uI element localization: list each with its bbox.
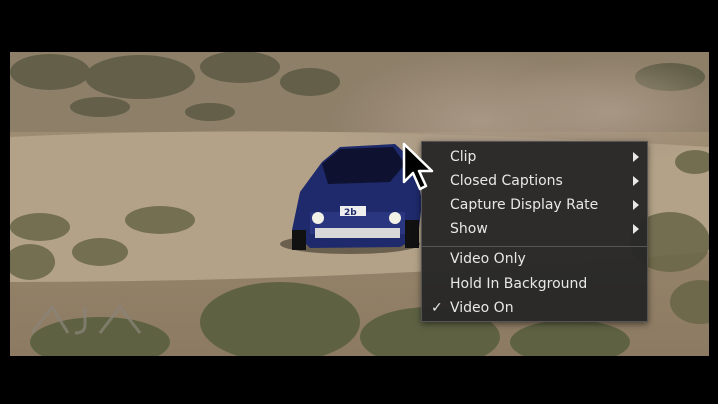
menu-item-show[interactable]: Show [422,218,647,240]
menu-item-show-label: Show [450,221,488,237]
menu-item-video-on-label: Video On [450,300,514,316]
checkmark-icon: ✓ [431,300,443,316]
menu-item-capture-display-rate-label: Capture Display Rate [450,197,599,213]
car-number: 2b [344,208,357,218]
menu-item-hold-in-background-label: Hold In Background [450,276,588,292]
video-player-window: 2b Clip Closed Captions Capture Display … [0,0,718,404]
menu-separator [422,246,647,247]
aja-watermark [30,303,160,347]
menu-item-video-only-label: Video Only [450,251,526,267]
context-menu: Clip Closed Captions Capture Display Rat… [421,141,648,322]
menu-item-hold-in-background[interactable]: Hold In Background [422,273,647,295]
arrow-cursor-icon [402,142,436,198]
menu-item-closed-captions-label: Closed Captions [450,173,563,189]
menu-item-closed-captions[interactable]: Closed Captions [422,170,647,192]
menu-item-video-only[interactable]: Video Only [422,248,647,270]
chevron-right-icon [633,152,639,162]
menu-item-capture-display-rate[interactable]: Capture Display Rate [422,194,647,216]
menu-item-clip-label: Clip [450,149,477,165]
chevron-right-icon [633,176,639,186]
chevron-right-icon [633,200,639,210]
menu-item-video-on[interactable]: ✓ Video On [422,297,647,319]
menu-item-clip[interactable]: Clip [422,146,647,168]
chevron-right-icon [633,224,639,234]
